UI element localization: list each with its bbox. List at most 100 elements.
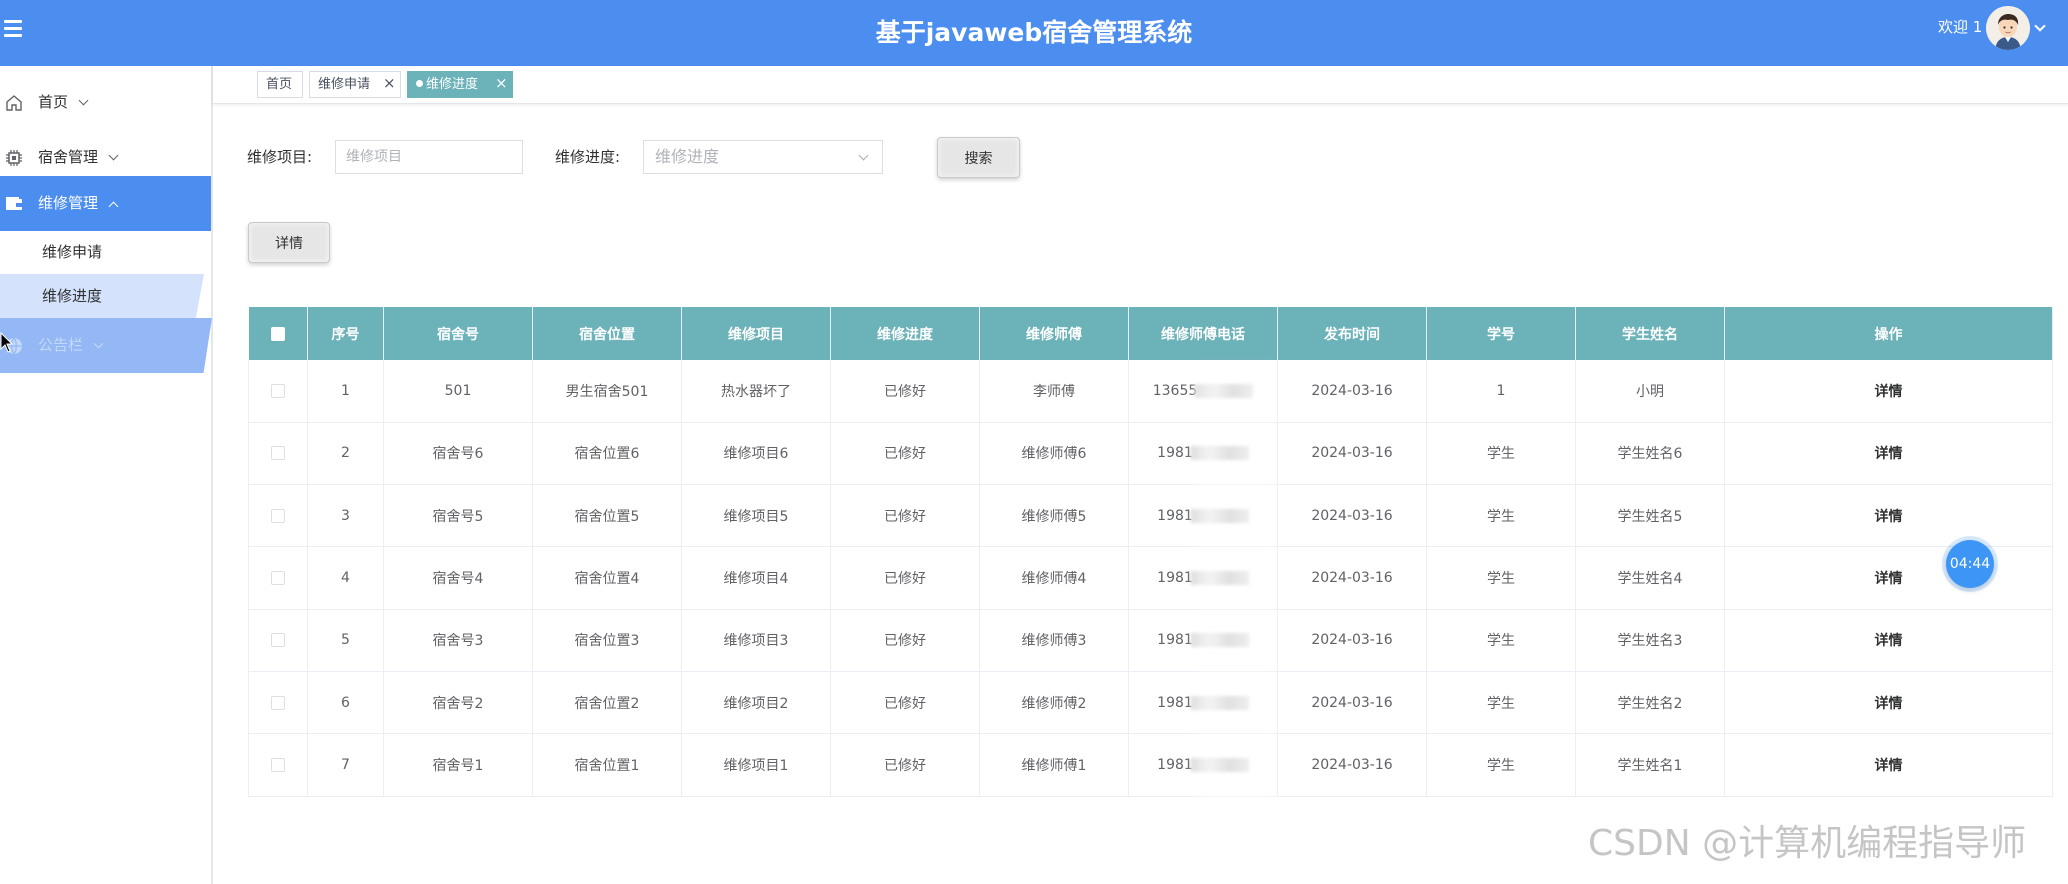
- cell-value: 2: [341, 445, 350, 462]
- table-row[interactable]: 4 宿舍号4 宿舍位置4 维修项目4 已修好 维修师傅4 1981 2024-03-16 学生 学…: [248, 546, 2053, 610]
- row-checkbox[interactable]: [271, 633, 285, 648]
- search-button[interactable]: 搜索: [937, 137, 1020, 178]
- sidebar-subitem-repair-progress[interactable]: 维修进度: [0, 274, 204, 318]
- sidebar-item-notice[interactable]: 公告栏: [0, 318, 212, 373]
- cell-value: 宿舍号5: [432, 508, 484, 525]
- cell-value: 小明: [1636, 383, 1664, 400]
- cell-value: 维修师傅1: [1021, 757, 1087, 774]
- table-row[interactable]: 6 宿舍号2 宿舍位置2 维修项目2 已修好 维修师傅2 1981 2024-03-16 学生 学…: [248, 671, 2053, 735]
- close-icon[interactable]: ×: [383, 71, 396, 96]
- table-cell: 已修好: [830, 360, 980, 423]
- table-cell: 2024-03-16: [1277, 671, 1427, 735]
- cell-value: 宿舍位置3: [574, 633, 640, 650]
- table-row[interactable]: 2 宿舍号6 宿舍位置6 维修项目6 已修好 维修师傅6 1981 2024-03-16 学生 学…: [248, 422, 2053, 486]
- cell-value: 维修师傅6: [1021, 446, 1087, 463]
- table-cell: 宿舍号5: [383, 484, 533, 548]
- redacted-phone-blur: [1190, 571, 1249, 586]
- cell-value: 学生: [1487, 446, 1515, 463]
- sidebar-item-repair[interactable]: 维修管理: [0, 176, 211, 231]
- cell-value: 4: [341, 570, 350, 587]
- cell-value: 宿舍位置6: [574, 446, 640, 463]
- redacted-phone-blur: [1190, 508, 1249, 523]
- table-cell: 2024-03-16: [1277, 733, 1427, 797]
- column-header: 维修师傅电话: [1128, 307, 1278, 360]
- row-select-cell[interactable]: [248, 671, 308, 735]
- detail-button[interactable]: 详情: [248, 222, 330, 263]
- row-select-cell[interactable]: [248, 484, 308, 548]
- table-cell: 学生: [1426, 671, 1576, 735]
- table-cell: 2024-03-16: [1277, 609, 1427, 672]
- table-cell: 维修师傅6: [979, 422, 1129, 486]
- tab-label: 首页: [266, 77, 293, 92]
- select-all-cell[interactable]: [248, 307, 308, 360]
- project-label: 维修项目:: [247, 148, 313, 166]
- row-checkbox[interactable]: [271, 757, 285, 772]
- column-header: 操作: [1724, 307, 2053, 360]
- redacted-phone-blur: [1190, 695, 1249, 710]
- row-checkbox[interactable]: [271, 383, 285, 398]
- sidebar-item-label: 首页: [38, 93, 69, 111]
- cell-value: 学生: [1487, 633, 1515, 650]
- cell-value: 1981: [1157, 632, 1193, 649]
- row-checkbox[interactable]: [271, 508, 285, 523]
- welcome-text: 欢迎 1: [1938, 18, 1983, 36]
- row-select-cell[interactable]: [248, 422, 308, 486]
- row-detail-link[interactable]: 详情: [1875, 696, 1903, 712]
- close-icon[interactable]: ×: [495, 71, 508, 96]
- row-checkbox[interactable]: [271, 571, 285, 586]
- avatar[interactable]: [1986, 6, 2030, 50]
- sidebar-item-home[interactable]: 首页: [0, 75, 211, 130]
- row-detail-link[interactable]: 详情: [1875, 633, 1903, 649]
- cell-value: 宿舍号1: [432, 757, 484, 774]
- sidebar-item-label: 公告栏: [38, 336, 84, 354]
- timer-badge[interactable]: 04:44: [1946, 540, 1994, 588]
- row-checkbox[interactable]: [271, 446, 285, 461]
- row-checkbox[interactable]: [271, 695, 285, 710]
- row-detail-link[interactable]: 详情: [1875, 571, 1903, 587]
- table-cell: 维修师傅1: [979, 733, 1129, 797]
- progress-select[interactable]: 维修进度: [643, 140, 883, 174]
- table-cell: 详情: [1724, 609, 2053, 672]
- table-row[interactable]: 3 宿舍号5 宿舍位置5 维修项目5 已修好 维修师傅5 1981 2024-03-16 学生 学…: [248, 484, 2053, 548]
- table-cell: 4: [307, 546, 384, 610]
- tab-home[interactable]: 首页: [257, 71, 303, 98]
- table-cell: 501: [383, 360, 533, 423]
- table-cell: 详情: [1724, 484, 2053, 548]
- table-cell: 学生姓名2: [1575, 671, 1725, 735]
- row-select-cell[interactable]: [248, 546, 308, 610]
- sidebar-subitem-repair-apply[interactable]: 维修申请: [0, 230, 211, 274]
- table-cell: 维修项目1: [681, 733, 831, 797]
- cell-value: 1981: [1157, 570, 1193, 587]
- table-row[interactable]: 7 宿舍号1 宿舍位置1 维修项目1 已修好 维修师傅1 1981 2024-03-16 学生 学…: [248, 733, 2053, 797]
- tab-repair-progress[interactable]: 维修进度 ×: [407, 71, 513, 98]
- row-detail-link[interactable]: 详情: [1875, 384, 1903, 400]
- cell-value: 学生: [1487, 695, 1515, 712]
- cell-value: 已修好: [884, 695, 926, 712]
- cell-value: 宿舍位置2: [574, 695, 640, 712]
- row-detail-link[interactable]: 详情: [1875, 509, 1903, 525]
- select-all-checkbox[interactable]: [270, 326, 285, 341]
- column-header: 宿舍位置: [532, 307, 682, 360]
- table-cell: 学生: [1426, 422, 1576, 486]
- column-header: 学号: [1426, 307, 1576, 360]
- cell-value: 学生姓名6: [1617, 446, 1683, 463]
- table-row[interactable]: 5 宿舍号3 宿舍位置3 维修项目3 已修好 维修师傅3 1981 2024-03-16 学生 学…: [248, 609, 2053, 672]
- chevron-down-icon: [858, 150, 869, 161]
- cell-value: 学生姓名2: [1617, 695, 1683, 712]
- table-cell: 宿舍位置2: [532, 671, 682, 735]
- cell-value: 2024-03-16: [1311, 756, 1393, 773]
- row-select-cell[interactable]: [248, 733, 308, 797]
- row-detail-link[interactable]: 详情: [1875, 446, 1903, 462]
- column-header: 维修师傅: [979, 307, 1129, 360]
- cell-value: 学生姓名1: [1617, 757, 1683, 774]
- table-row[interactable]: 1 501 男生宿舍501 热水器坏了 已修好 李师傅 13655 2024-03-16 1 小明…: [248, 360, 2053, 423]
- cell-value: 维修项目2: [723, 695, 789, 712]
- project-search-input[interactable]: [335, 140, 523, 174]
- table-cell: 李师傅: [979, 360, 1129, 423]
- tab-label: 维修进度: [426, 77, 479, 92]
- row-select-cell[interactable]: [248, 609, 308, 672]
- row-select-cell[interactable]: [248, 360, 308, 423]
- row-detail-link[interactable]: 详情: [1875, 758, 1903, 774]
- table-body: 1 501 男生宿舍501 热水器坏了 已修好 李师傅 13655 2024-03-16 1 小明…: [248, 360, 2053, 797]
- tab-repair-apply[interactable]: 维修申请 ×: [309, 71, 401, 98]
